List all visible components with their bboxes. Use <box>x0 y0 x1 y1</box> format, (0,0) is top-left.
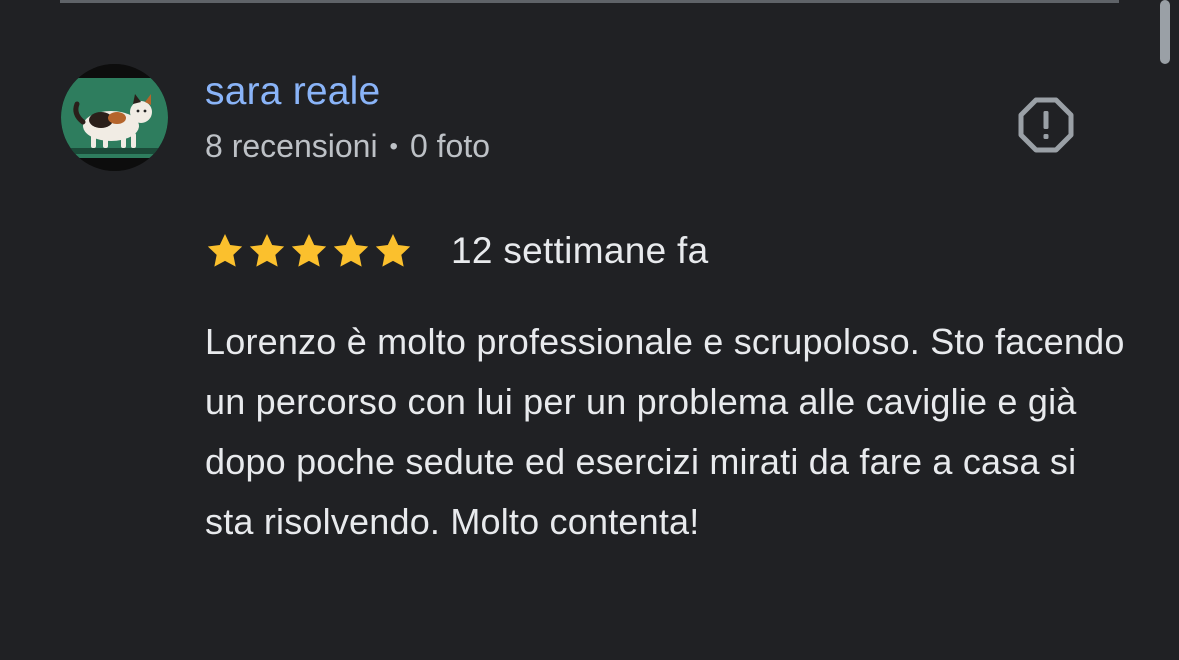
meta-separator: • <box>389 132 398 160</box>
report-octagon-icon <box>1018 97 1074 153</box>
star-rating <box>205 231 413 271</box>
rating-row: 12 settimane fa <box>205 228 708 274</box>
star-icon <box>207 234 243 267</box>
review-text: Lorenzo è molto professionale e scrupolo… <box>205 321 1125 542</box>
author-photos-count: 0 foto <box>409 128 491 164</box>
star-icon <box>375 234 411 267</box>
review-date: 12 settimane fa <box>451 230 709 271</box>
star-icon <box>291 234 327 267</box>
author-reviews-count: 8 recensioni <box>205 128 378 164</box>
author-name[interactable]: sara reale <box>205 70 380 114</box>
star-icon <box>333 234 369 267</box>
top-divider <box>60 0 1119 3</box>
star-icon <box>249 234 285 267</box>
scrollbar-thumb[interactable] <box>1160 0 1170 64</box>
author-meta: 8 recensioni • 0 foto <box>205 128 490 165</box>
author-avatar[interactable] <box>61 64 168 171</box>
cat-photo-avatar-icon <box>61 64 168 171</box>
report-review-button[interactable] <box>1018 97 1074 153</box>
